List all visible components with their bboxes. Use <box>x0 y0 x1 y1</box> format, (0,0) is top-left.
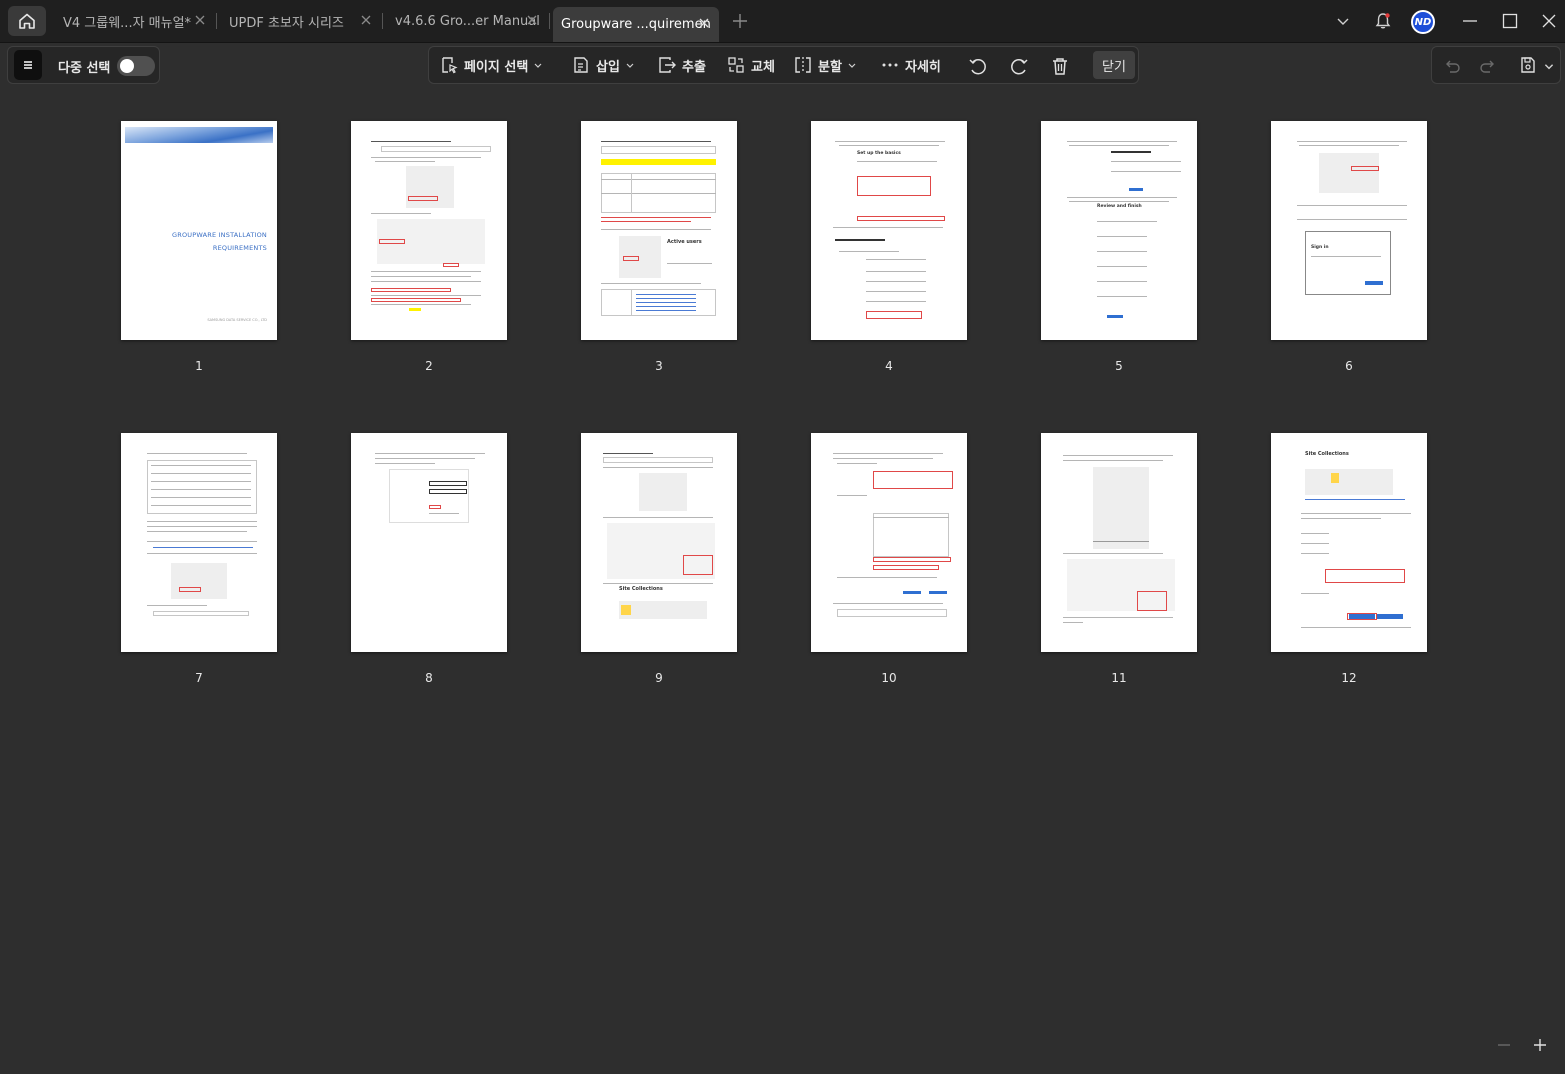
left-panel: 다중 선택 <box>7 46 160 84</box>
chevron-down-icon <box>848 63 856 68</box>
replace-button[interactable]: 교체 <box>726 51 775 79</box>
maximize-icon[interactable] <box>1500 11 1520 31</box>
replace-label: 교체 <box>751 59 775 75</box>
close-icon[interactable] <box>359 13 373 27</box>
page-thumbnail[interactable]: Sign in <box>1271 121 1427 340</box>
page-thumbnail[interactable]: Site Collections <box>1271 433 1427 652</box>
page-select-button[interactable]: 페이지 선택 <box>439 51 543 79</box>
right-panel <box>1431 46 1561 84</box>
split-button[interactable]: 분할 <box>793 51 857 79</box>
minimize-icon[interactable] <box>1460 11 1480 31</box>
close-icon[interactable] <box>193 13 207 27</box>
page-thumbnail[interactable] <box>1041 433 1197 652</box>
page-select-label: 페이지 선택 <box>464 59 529 75</box>
multi-select-toggle[interactable] <box>117 56 155 76</box>
page-number: 12 <box>1341 671 1357 685</box>
page-toolbar: 페이지 선택 삽입 추출 교체 분할 자세히 닫기 <box>428 46 1139 84</box>
undo-icon[interactable] <box>1442 56 1462 76</box>
page-heading: Sign in <box>1311 245 1329 250</box>
more-label: 자세히 <box>905 59 941 75</box>
multi-select-label: 다중 선택 <box>58 61 111 76</box>
page-thumbnail[interactable]: Set up the basics <box>811 121 967 340</box>
insert-label: 삽입 <box>596 59 620 75</box>
page-thumbnail[interactable]: Review and finish <box>1041 121 1197 340</box>
page-number: 6 <box>1345 359 1353 373</box>
page-heading: Site Collections <box>1305 451 1349 457</box>
save-icon[interactable] <box>1518 55 1538 75</box>
close-icon[interactable] <box>525 13 539 27</box>
page-heading: Active users <box>667 239 702 245</box>
tab-3[interactable]: v4.6.6 Gro...er Manual* <box>387 6 547 36</box>
page-thumbnail[interactable] <box>351 433 507 652</box>
extract-label: 추출 <box>682 59 706 75</box>
tab-2[interactable]: UPDF 초보자 시리즈 <box>221 6 381 36</box>
page-heading: Site Collections <box>619 586 663 592</box>
extract-icon <box>659 57 676 73</box>
page-thumbnail[interactable] <box>351 121 507 340</box>
rotate-left-icon[interactable] <box>967 55 989 77</box>
tab-label: UPDF 초보자 시리즈 <box>229 15 344 31</box>
page-number: 5 <box>1115 359 1123 373</box>
page-number: 1 <box>195 359 203 373</box>
toggle-knob <box>120 59 134 73</box>
rotate-right-icon[interactable] <box>1008 55 1030 77</box>
insert-icon <box>574 57 588 73</box>
extract-button[interactable]: 추출 <box>657 51 706 79</box>
cover-footer: SAMSUNG DATA SERVICE CO., LTD <box>207 318 267 322</box>
title-bar: V4 그룹웨...자 매뉴얼* UPDF 초보자 시리즈 v4.6.6 Gro.… <box>0 0 1565 43</box>
tab-divider <box>549 13 550 29</box>
cover-title-line: GROUPWARE INSTALLATION <box>172 231 267 239</box>
replace-icon <box>728 57 744 73</box>
tab-divider <box>382 13 383 29</box>
page-number: 8 <box>425 671 433 685</box>
chevron-down-icon[interactable] <box>1543 60 1555 72</box>
cover-title-line: REQUIREMENTS <box>212 244 267 252</box>
zoom-out-icon[interactable] <box>1495 1036 1513 1054</box>
chevron-down-icon <box>626 63 634 68</box>
page-number: 9 <box>655 671 663 685</box>
plus-icon[interactable] <box>731 12 749 30</box>
page-number: 7 <box>195 671 203 685</box>
cover-banner <box>125 127 273 143</box>
tab-label: V4 그룹웨...자 매뉴얼* <box>63 15 192 31</box>
tab-label: v4.6.6 Gro...er Manual* <box>395 13 539 29</box>
page-heading: Set up the basics <box>857 151 901 156</box>
insert-button[interactable]: 삽입 <box>571 51 635 79</box>
page-thumbnail[interactable]: GROUPWARE INSTALLATION REQUIREMENTS SAMS… <box>121 121 277 340</box>
page-thumbnail[interactable] <box>811 433 967 652</box>
page-thumbnail[interactable]: Active users <box>581 121 737 340</box>
page-number: 3 <box>655 359 663 373</box>
split-icon <box>795 57 811 73</box>
more-button[interactable]: 자세히 <box>880 51 941 79</box>
window-close-icon[interactable] <box>1539 11 1559 31</box>
tab-label: Groupware ...quirements <box>561 17 711 32</box>
page-select-icon <box>442 57 458 74</box>
home-button[interactable] <box>8 6 46 36</box>
split-label: 분할 <box>818 59 842 75</box>
page-heading: Review and finish <box>1097 204 1142 209</box>
chevron-down-icon[interactable] <box>1333 11 1353 31</box>
tab-4-active[interactable]: Groupware ...quirements <box>553 7 719 42</box>
page-number: 10 <box>881 671 897 685</box>
redo-icon[interactable] <box>1478 56 1498 76</box>
menu-icon <box>24 61 32 69</box>
bell-icon[interactable] <box>1373 11 1393 31</box>
page-thumbnail[interactable]: Site Collections <box>581 433 737 652</box>
close-icon[interactable] <box>697 16 711 30</box>
menu-button[interactable] <box>14 50 42 80</box>
close-organize-button[interactable]: 닫기 <box>1093 51 1135 79</box>
cover-title: GROUPWARE INSTALLATION REQUIREMENTS <box>172 229 267 255</box>
chevron-down-icon <box>534 63 542 68</box>
page-number: 2 <box>425 359 433 373</box>
tab-1[interactable]: V4 그룹웨...자 매뉴얼* <box>55 6 215 36</box>
page-number: 4 <box>885 359 893 373</box>
more-icon <box>882 63 898 67</box>
delete-icon[interactable] <box>1049 55 1071 77</box>
tab-divider <box>216 13 217 29</box>
page-thumbnail[interactable] <box>121 433 277 652</box>
home-icon <box>19 13 35 29</box>
zoom-in-icon[interactable] <box>1531 1036 1549 1054</box>
avatar[interactable]: ND <box>1411 10 1435 34</box>
page-number: 11 <box>1111 671 1127 685</box>
